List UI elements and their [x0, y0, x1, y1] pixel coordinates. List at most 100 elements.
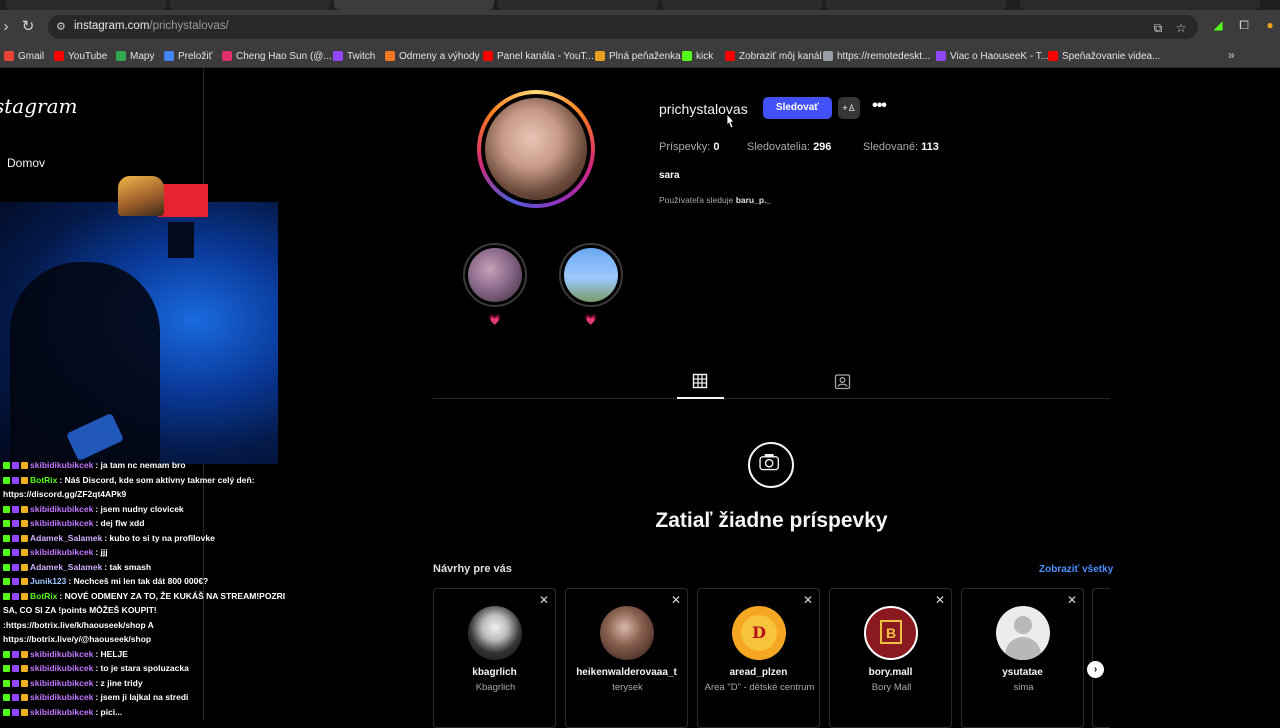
suggestion-avatar[interactable]: [600, 606, 654, 660]
chat-username[interactable]: Adamek_Salamek: [30, 562, 102, 572]
chat-username[interactable]: BotRix: [30, 591, 57, 601]
bookmark-star-icon[interactable]: ☆: [1173, 20, 1189, 36]
bookmark-item[interactable]: Panel kanála - YouT...: [483, 48, 594, 64]
site-info-icon[interactable]: ⚙: [56, 20, 70, 34]
bookmark-item[interactable]: Mapy: [116, 48, 154, 64]
browser-tab[interactable]: [662, 0, 822, 10]
posts-grid-icon[interactable]: [692, 373, 708, 389]
bookmark-item[interactable]: https://remotedeskt...: [823, 48, 930, 64]
chat-badge-icon: [3, 650, 10, 658]
chat-message: skibidikubikcek: z jine tridy: [3, 678, 143, 688]
extensions-puzzle-icon[interactable]: ⧠: [1236, 17, 1252, 33]
posts-stat[interactable]: Príspevky: 0: [659, 141, 720, 153]
chat-badge-icon: [3, 549, 10, 557]
bookmark-item[interactable]: kick: [682, 48, 713, 64]
bookmark-item[interactable]: Twitch: [333, 48, 375, 64]
close-icon[interactable]: ✕: [803, 593, 813, 607]
chat-badge-icon: [21, 592, 28, 600]
followers-stat[interactable]: Sledovatelia: 296: [747, 141, 831, 153]
browser-toolbar: › ↻ ⚙ instagram.com/prichystalovas/ ⧉ ☆ …: [0, 10, 1280, 44]
suggestion-avatar[interactable]: B: [864, 606, 918, 660]
chat-username[interactable]: skibidikubikcek: [30, 649, 93, 659]
chat-username[interactable]: Adamek_Salamek: [30, 533, 102, 543]
suggestion-avatar[interactable]: [468, 606, 522, 660]
instagram-logo[interactable]: stagram: [0, 94, 77, 118]
chat-badge-icon: [21, 476, 28, 484]
browser-tab[interactable]: [1020, 0, 1260, 10]
extension-icon[interactable]: ◢: [1210, 17, 1226, 33]
suggestion-handle[interactable]: aread_plzen: [698, 667, 819, 678]
bookmark-item[interactable]: Cheng Hao Sun (@...: [222, 48, 332, 64]
bookmark-item[interactable]: Plná peňaženka: [595, 48, 681, 64]
following-stat[interactable]: Sledované: 113: [863, 141, 939, 153]
bookmarks-overflow-icon[interactable]: »: [1228, 48, 1235, 62]
suggestion-card[interactable]: ✕ B bory.mall Bory Mall: [829, 588, 952, 728]
address-bar[interactable]: ⚙ instagram.com/prichystalovas/ ⧉ ☆: [48, 15, 1198, 39]
suggestion-handle[interactable]: kbagrlich: [434, 667, 555, 678]
story-highlight[interactable]: [559, 243, 623, 307]
browser-tab-active[interactable]: [334, 0, 494, 10]
bookmark-item[interactable]: Zobraziť môj kanál: [725, 48, 822, 64]
bookmark-label: https://remotedeskt...: [837, 50, 931, 62]
browser-tab[interactable]: [826, 0, 1006, 10]
bookmark-item[interactable]: Preložiť: [164, 48, 212, 64]
story-highlight[interactable]: [463, 243, 527, 307]
followed-by[interactable]: Používateľa sleduje baru_p._: [659, 195, 771, 205]
chat-badge-icon: [3, 476, 10, 484]
close-icon[interactable]: ✕: [539, 593, 549, 607]
suggested-users-button[interactable]: +♙: [838, 97, 860, 119]
chat-badge-icon: [12, 665, 19, 673]
forward-icon[interactable]: ›: [0, 17, 16, 37]
close-icon[interactable]: ✕: [671, 593, 681, 607]
bookmark-item[interactable]: Viac o HaouseeK - T...: [936, 48, 1049, 64]
bookmark-item[interactable]: YouTube: [54, 48, 107, 64]
close-icon[interactable]: ✕: [1067, 593, 1077, 607]
suggestion-card[interactable]: ✕ ysutatae sima: [961, 588, 1084, 728]
chat-username[interactable]: Junik123: [30, 576, 66, 586]
nav-home[interactable]: Domov: [7, 156, 45, 170]
chat-message: SA, CO SI ZA !points MÔŽEŠ KOUPIT!: [3, 605, 157, 615]
tagged-icon[interactable]: [834, 373, 851, 390]
browser-tab[interactable]: [498, 0, 658, 10]
browser-tab[interactable]: [6, 0, 166, 10]
chat-username[interactable]: skibidikubikcek: [30, 692, 93, 702]
install-app-icon[interactable]: ⧉: [1150, 20, 1166, 36]
chat-username[interactable]: skibidikubikcek: [30, 504, 93, 514]
default-avatar-icon[interactable]: [996, 606, 1050, 660]
chevron-right-icon[interactable]: ›: [1087, 661, 1104, 678]
more-options-icon[interactable]: •••: [869, 97, 889, 117]
chat-username[interactable]: skibidikubikcek: [30, 707, 93, 717]
chat-username[interactable]: skibidikubikcek: [30, 678, 93, 688]
chat-text: https://botrix.live/y/@haouseek/shop: [3, 634, 152, 644]
chat-username[interactable]: skibidikubikcek: [30, 460, 93, 470]
chat-username[interactable]: skibidikubikcek: [30, 547, 93, 557]
bookmark-item[interactable]: Gmail: [4, 48, 44, 64]
suggestion-card[interactable]: ✕ D aread_plzen Area "D" - dětské centru…: [697, 588, 820, 728]
suggestion-name: Area "D" - dětské centrum: [704, 682, 815, 693]
chat-username[interactable]: skibidikubikcek: [30, 663, 93, 673]
chat-message: https://botrix.live/y/@haouseek/shop: [3, 634, 151, 644]
bookmark-favicon-icon: [483, 51, 493, 61]
suggestion-card-partial[interactable]: [1092, 588, 1110, 728]
reload-icon[interactable]: ↻: [18, 17, 38, 37]
chat-username[interactable]: BotRix: [30, 475, 57, 485]
browser-tab[interactable]: [170, 0, 330, 10]
suggestion-handle[interactable]: heikenwalderovaaa_t: [566, 667, 687, 678]
profile-avatar[interactable]: [477, 90, 595, 208]
bookmark-item[interactable]: Speňažovanie videa...: [1048, 48, 1160, 64]
bookmark-label: Twitch: [347, 50, 376, 62]
chat-username[interactable]: skibidikubikcek: [30, 518, 93, 528]
suggestion-card[interactable]: ✕ kbagrlich Kbagrlich: [433, 588, 556, 728]
suggestion-card[interactable]: ✕ heikenwalderovaaa_t terysek: [565, 588, 688, 728]
suggestion-avatar[interactable]: D: [732, 606, 786, 660]
bookmark-label: YouTube: [68, 50, 108, 62]
suggestion-handle[interactable]: ysutatae: [962, 667, 1083, 678]
chat-message: skibidikubikcek: HELJE: [3, 649, 128, 659]
chat-badge-icon: [12, 708, 19, 716]
profile-avatar-icon[interactable]: ●: [1262, 17, 1278, 33]
close-icon[interactable]: ✕: [935, 593, 945, 607]
see-all-link[interactable]: Zobraziť všetky: [1039, 564, 1113, 575]
follow-button[interactable]: Sledovať: [763, 97, 832, 119]
bookmark-item[interactable]: Odmeny a výhody: [385, 48, 480, 64]
suggestion-handle[interactable]: bory.mall: [830, 667, 951, 678]
